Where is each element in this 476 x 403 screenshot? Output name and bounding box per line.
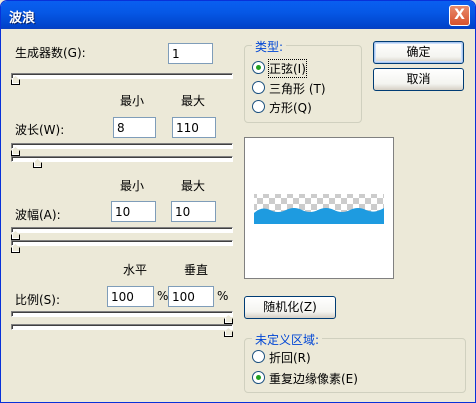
ok-button[interactable]: 确定: [373, 41, 464, 64]
type-square-label[interactable]: 方形(Q): [269, 99, 312, 116]
wave-preview: [244, 137, 394, 279]
wave-preview-image: [254, 194, 384, 224]
scale-horizontal-unit: %: [157, 289, 169, 303]
close-icon: X: [454, 7, 465, 23]
window-title: 波浪: [9, 11, 36, 26]
wrap-around-label[interactable]: 折回(R): [269, 349, 311, 366]
wavelength-label: 波长(W):: [15, 123, 65, 137]
scale-label: 比例(S):: [15, 293, 61, 307]
amplitude-max-slider-track[interactable]: [11, 240, 233, 246]
scale-vertical-unit: %: [217, 289, 229, 303]
wavelength-min-header: 最小: [120, 94, 145, 108]
wavelength-max-input[interactable]: [172, 117, 216, 138]
type-sine-label[interactable]: 正弦(I): [268, 59, 307, 78]
type-group-title: 类型:: [252, 38, 287, 55]
title-bar[interactable]: 波浪 X: [1, 1, 475, 29]
amplitude-max-header: 最大: [181, 179, 206, 193]
repeat-edge-pixels-radio[interactable]: [252, 371, 265, 384]
generators-input[interactable]: [168, 43, 213, 64]
repeat-edge-pixels-label[interactable]: 重复边缘像素(E): [269, 370, 358, 387]
wavelength-max-header: 最大: [181, 94, 206, 108]
wrap-around-radio[interactable]: [252, 350, 265, 363]
amplitude-min-header: 最小: [120, 179, 145, 193]
wavelength-min-slider-track[interactable]: [11, 143, 233, 149]
amplitude-min-input[interactable]: [111, 201, 156, 222]
generators-slider-track[interactable]: [11, 73, 233, 79]
amplitude-min-slider-track[interactable]: [11, 227, 233, 233]
scale-horizontal-slider-track[interactable]: [11, 311, 233, 317]
scale-vertical-header: 垂直: [184, 263, 209, 277]
type-sine-radio[interactable]: [252, 61, 265, 74]
scale-vertical-input[interactable]: [168, 286, 214, 307]
undefined-areas-title: 未定义区域:: [252, 331, 323, 348]
cancel-button[interactable]: 取消: [373, 68, 464, 91]
wave-dialog: 波浪 X 生成器数(G): 最小 最大 波长(W): 最小 最大 波幅(A): …: [0, 0, 476, 403]
wavelength-min-input[interactable]: [113, 117, 156, 138]
type-triangle-radio[interactable]: [252, 81, 265, 94]
scale-horizontal-header: 水平: [123, 263, 148, 277]
type-triangle-label[interactable]: 三角形 (T): [269, 80, 326, 97]
wavelength-max-slider-track[interactable]: [11, 156, 233, 162]
amplitude-label: 波幅(A):: [15, 208, 61, 222]
scale-vertical-slider-track[interactable]: [11, 324, 233, 330]
generators-label: 生成器数(G):: [15, 46, 86, 60]
amplitude-max-input[interactable]: [171, 201, 216, 222]
close-button[interactable]: X: [449, 5, 470, 26]
randomize-button[interactable]: 随机化(Z): [244, 296, 336, 319]
scale-horizontal-input[interactable]: [107, 286, 154, 307]
type-square-radio[interactable]: [252, 100, 265, 113]
